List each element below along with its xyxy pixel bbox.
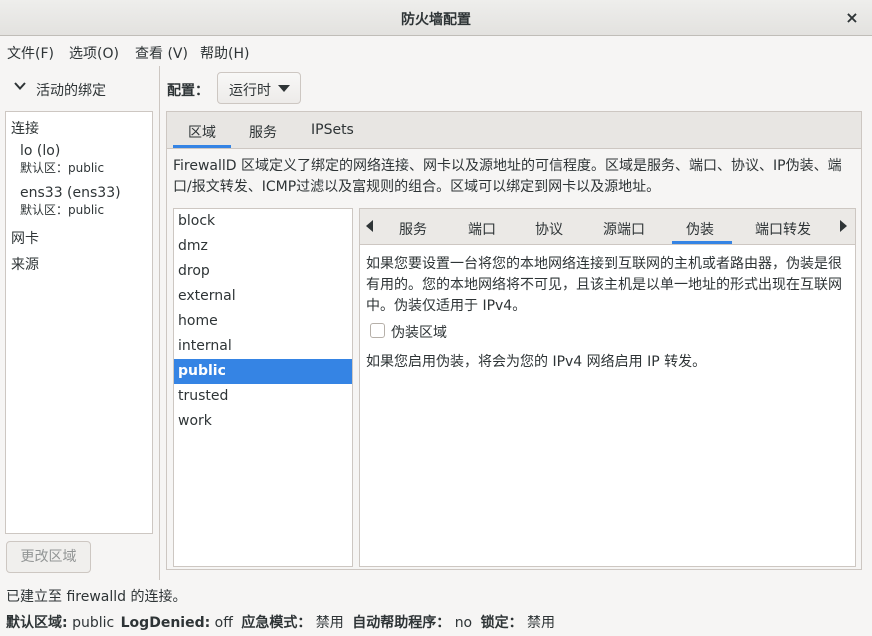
dropdown-arrow-icon <box>278 85 290 92</box>
tab-zone-protocols[interactable]: 协议 <box>535 219 563 239</box>
logdenied-value: off <box>214 615 233 631</box>
connections-heading: 连接 <box>11 121 39 137</box>
tab-zone-port-forwarding[interactable]: 端口转发 <box>755 219 811 239</box>
lockdown-label: 锁定： <box>480 615 523 631</box>
panic-mode-label: 应急模式： <box>241 615 312 631</box>
interfaces-heading: 网卡 <box>11 231 39 247</box>
zone-item-dmz[interactable]: dmz <box>174 234 352 259</box>
tab-zones[interactable]: 区域 <box>188 122 216 142</box>
pane-divider[interactable] <box>159 66 160 580</box>
config-value: 运行时 <box>229 83 271 99</box>
zone-item-external[interactable]: external <box>174 284 352 309</box>
menu-file[interactable]: 文件(F) <box>7 43 54 63</box>
connection-zone: 默认区：public <box>20 203 105 217</box>
default-zone-value: public <box>72 615 115 631</box>
active-tab-indicator <box>173 145 231 148</box>
tab-scroll-right-icon[interactable] <box>840 220 847 232</box>
bindings-list: 连接 lo (lo) 默认区：public ens33 (ens33) 默认区：… <box>5 111 153 534</box>
change-zone-button[interactable]: 更改区域 <box>6 541 91 573</box>
tab-services[interactable]: 服务 <box>249 122 277 142</box>
tab-zone-services[interactable]: 服务 <box>399 219 427 239</box>
zone-list: block dmz drop external home internal pu… <box>173 208 353 567</box>
zone-item-work[interactable]: work <box>174 409 352 434</box>
logdenied-label: LogDenied: <box>120 615 211 631</box>
zone-item-block[interactable]: block <box>174 209 352 234</box>
menu-view[interactable]: 查看 (V) <box>135 43 188 63</box>
zone-item-home[interactable]: home <box>174 309 352 334</box>
connection-zone: 默认区：public <box>20 161 105 175</box>
menu-help[interactable]: 帮助(H) <box>200 43 249 63</box>
masquerade-description: 如果您要设置一台将您的本地网络连接到互联网的主机或者路由器，伪装是很有用的。您的… <box>366 256 842 314</box>
menu-options[interactable]: 选项(O) <box>69 43 119 63</box>
tab-zone-masquerade[interactable]: 伪装 <box>686 219 714 239</box>
auto-helper-label: 自动帮助程序： <box>352 615 451 631</box>
tab-zone-ports[interactable]: 端口 <box>468 219 496 239</box>
active-bindings-label: 活动的绑定 <box>36 83 106 99</box>
auto-helper-value: no <box>454 615 473 631</box>
status-bar: 默认区域: public LogDenied: off 应急模式： 禁用 自动帮… <box>6 612 555 632</box>
sources-heading: 来源 <box>11 257 39 273</box>
masquerade-note: 如果您启用伪装，将会为您的 IPv4 网络启用 IP 转发。 <box>366 354 707 370</box>
config-label: 配置： <box>167 83 209 99</box>
panic-mode-value: 禁用 <box>315 615 344 631</box>
connection-item-lo[interactable]: lo (lo) 默认区：public <box>20 143 104 176</box>
tab-scroll-left-icon[interactable] <box>366 220 373 232</box>
tab-zone-source-ports[interactable]: 源端口 <box>603 219 645 239</box>
menu-bar: 文件(F) 选项(O) 查看 (V) 帮助(H) <box>0 36 872 66</box>
zone-item-drop[interactable]: drop <box>174 259 352 284</box>
connection-name: ens33 (ens33) <box>20 185 121 201</box>
zone-item-public[interactable]: public <box>174 359 352 384</box>
connection-status: 已建立至 firewalld 的连接。 <box>6 589 187 605</box>
window-title: 防火墙配置 <box>401 12 471 28</box>
connection-item-ens33[interactable]: ens33 (ens33) 默认区：public <box>20 185 121 218</box>
zone-item-trusted[interactable]: trusted <box>174 384 352 409</box>
active-inner-tab-indicator <box>672 241 732 244</box>
zone-item-internal[interactable]: internal <box>174 334 352 359</box>
zone-description: FirewallD 区域定义了绑定的网络连接、网卡以及源地址的可信程度。区域是服… <box>173 158 842 195</box>
tab-bar: 区域 服务 IPSets <box>167 112 861 149</box>
masquerade-checkbox[interactable] <box>370 323 385 338</box>
chevron-down-icon <box>14 80 26 96</box>
zone-settings-tab-bar: 服务 端口 协议 源端口 伪装 端口转发 <box>360 209 855 245</box>
connection-name: lo (lo) <box>20 143 61 159</box>
config-dropdown[interactable]: 运行时 <box>217 72 301 104</box>
tab-ipsets[interactable]: IPSets <box>311 122 354 138</box>
close-icon[interactable]: × <box>840 6 864 30</box>
default-zone-label: 默认区域: <box>6 615 68 631</box>
lockdown-value: 禁用 <box>527 615 556 631</box>
masquerade-checkbox-label[interactable]: 伪装区域 <box>391 322 447 342</box>
